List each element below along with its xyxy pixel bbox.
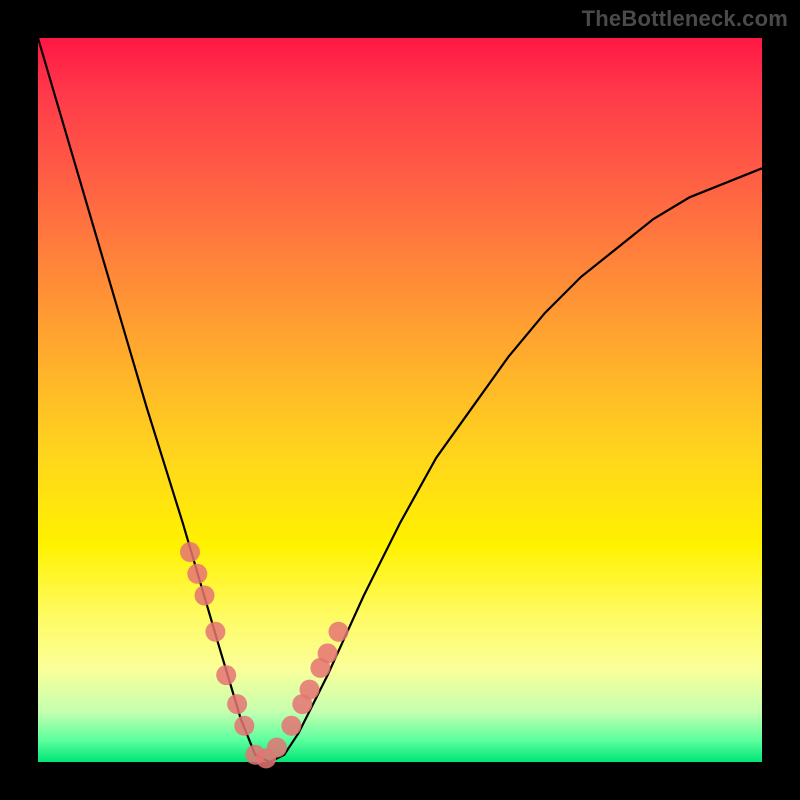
marker-dot [195, 586, 215, 606]
marker-dot [187, 564, 207, 584]
marker-dot [227, 694, 247, 714]
marker-group [180, 542, 349, 768]
watermark-text: TheBottleneck.com [582, 6, 788, 32]
marker-dot [318, 643, 338, 663]
chart-overlay [38, 38, 762, 762]
bottleneck-curve [38, 38, 762, 762]
marker-dot [216, 665, 236, 685]
marker-dot [267, 738, 287, 758]
chart-frame: TheBottleneck.com [0, 0, 800, 800]
marker-dot [300, 680, 320, 700]
marker-dot [234, 716, 254, 736]
marker-dot [281, 716, 301, 736]
marker-dot [205, 622, 225, 642]
marker-dot [180, 542, 200, 562]
marker-dot [329, 622, 349, 642]
